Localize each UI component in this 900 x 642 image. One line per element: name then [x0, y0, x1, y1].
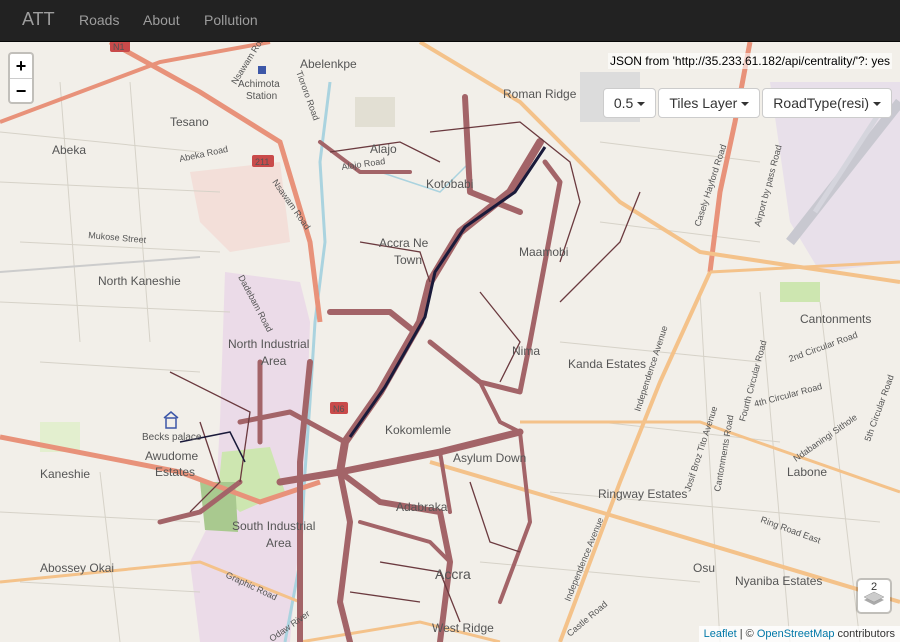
label-kokomlemle: Kokomlemle — [385, 423, 451, 437]
nav-link-roads[interactable]: Roads — [79, 12, 119, 28]
label-ringway-estates: Ringway Estates — [598, 487, 687, 501]
label-nyaniba-estates: Nyaniba Estates — [735, 574, 822, 588]
label-castle-road: Castle Road — [565, 599, 609, 638]
nav-link-pollution[interactable]: Pollution — [204, 12, 258, 28]
label-roman-ridge: Roman Ridge — [503, 87, 577, 101]
label-fifth-circular: 5th Circular Road — [862, 373, 895, 442]
zoom-out-button[interactable]: − — [10, 78, 32, 102]
label-ring-road-east: Ring Road East — [759, 514, 822, 545]
label-airport-bypass: Airport by pass Road — [752, 144, 783, 228]
tiles-layer-label: Tiles Layer — [669, 95, 738, 111]
caret-down-icon — [873, 102, 881, 107]
label-cantonments: Cantonments — [800, 312, 871, 326]
n6-label: N6 — [333, 404, 345, 414]
layers-icon — [863, 591, 885, 605]
label-station: Station — [246, 91, 277, 102]
r211-label: 211 — [255, 157, 269, 167]
nav-link-about[interactable]: About — [143, 12, 180, 28]
map-attribution: Leaflet | © OpenStreetMap contributors — [698, 626, 900, 642]
label-second-circular: 2nd Circular Road — [787, 330, 859, 364]
label-abeka-road: Abeka Road — [178, 144, 229, 164]
attribution-separator: | © — [736, 628, 757, 640]
map-tiles: N1 211 N6 Abelenkpe Roman Ridge Achimota… — [0, 42, 900, 642]
label-kaneshie: Kaneshie — [40, 467, 90, 481]
label-abeka: Abeka — [52, 143, 86, 157]
label-achimota: Achimota — [238, 79, 280, 90]
label-tioro-road: Tiororo Road — [294, 69, 321, 121]
leaflet-link[interactable]: Leaflet — [704, 628, 737, 640]
label-fourth-circular: Fourth Circular Road — [737, 339, 768, 422]
caret-down-icon — [741, 102, 750, 107]
label-accra-new-town-2: Town — [394, 253, 422, 267]
label-ndabaningi: Ndabaningi Sithole — [791, 412, 859, 464]
label-independence-avenue-south: Independence Avenue — [563, 516, 606, 603]
road-type-label: RoadType(resi) — [773, 95, 869, 111]
navbar: ATT Roads About Pollution — [0, 0, 900, 42]
label-kotobabi: Kotobabi — [426, 177, 473, 191]
label-abelenkpe: Abelenkpe — [300, 57, 357, 71]
label-north-industrial-1: North Industrial — [228, 337, 309, 351]
label-maamobi: Maamobi — [519, 245, 568, 259]
label-kanda-estates: Kanda Estates — [568, 357, 646, 371]
map-controls: 0.5 Tiles Layer RoadType(resi) — [601, 88, 892, 118]
brand-logo[interactable]: ATT — [22, 9, 55, 30]
layers-control-button[interactable]: 2 — [856, 578, 892, 614]
threshold-dropdown[interactable]: 0.5 — [602, 88, 657, 118]
map-canvas[interactable]: N1 211 N6 Abelenkpe Roman Ridge Achimota… — [0, 42, 900, 642]
place-labels: Abelenkpe Roman Ridge Achimota Station T… — [40, 57, 871, 635]
label-labone: Labone — [787, 465, 827, 479]
palace-icon — [163, 411, 179, 429]
osm-link[interactable]: OpenStreetMap — [757, 628, 835, 640]
label-tesano: Tesano — [170, 115, 209, 129]
label-north-kaneshie: North Kaneshie — [98, 274, 181, 288]
park-small-3 — [780, 282, 820, 302]
json-source-info: JSON from 'http://35.233.61.182/api/cent… — [607, 53, 892, 69]
threshold-value: 0.5 — [613, 95, 634, 111]
label-accra-new-town-1: Accra Ne — [379, 236, 429, 250]
tiles-layer-dropdown[interactable]: Tiles Layer — [658, 88, 761, 118]
label-mukose-street: Mukose Street — [88, 230, 147, 245]
label-west-ridge: West Ridge — [432, 621, 494, 635]
label-osu: Osu — [693, 561, 715, 575]
attribution-contributors: contributors — [834, 628, 895, 640]
zoom-in-button[interactable]: + — [10, 54, 32, 78]
industrial-area-top — [190, 162, 290, 252]
label-asylum-down: Asylum Down — [453, 451, 526, 465]
zoom-control: + − — [8, 52, 34, 104]
label-south-industrial-1: South Industrial — [232, 519, 315, 533]
label-adabraka: Adabraka — [396, 500, 448, 514]
label-alajo-road: Alajo Road — [341, 156, 386, 172]
label-abossey-okai: Abossey Okai — [40, 561, 114, 575]
label-alajo: Alajo — [370, 142, 397, 156]
label-north-industrial-2: Area — [261, 354, 287, 368]
label-fourth-circular-2: 4th Circular Road — [753, 381, 823, 409]
label-nima: Nima — [512, 344, 540, 358]
n1-label: N1 — [113, 42, 125, 52]
label-south-industrial-2: Area — [266, 536, 292, 550]
road-type-dropdown[interactable]: RoadType(resi) — [762, 88, 892, 118]
station-icon — [258, 66, 266, 74]
label-awudome-2: Estates — [155, 465, 195, 479]
label-accra: Accra — [435, 566, 471, 582]
label-awudome-1: Awudome — [145, 449, 198, 463]
caret-down-icon — [637, 102, 646, 107]
park-small-1 — [355, 97, 395, 127]
label-becks-palace: Becks palace — [142, 432, 202, 443]
